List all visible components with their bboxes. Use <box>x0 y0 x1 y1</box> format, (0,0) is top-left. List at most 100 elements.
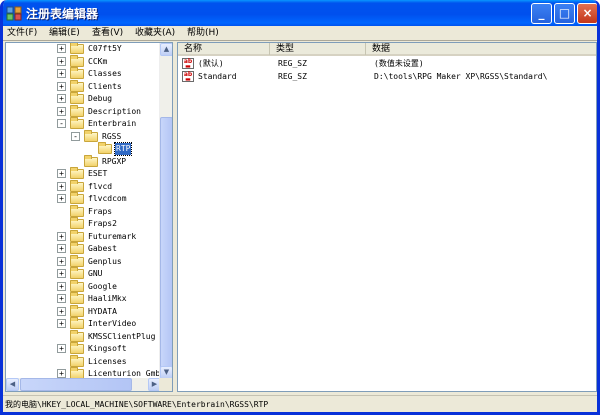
list-row[interactable]: ab ▬ Standard REG_SZ D:\tools\RPG Maker X… <box>178 70 596 83</box>
expand-plus-icon[interactable]: + <box>57 56 66 66</box>
expand-plus-icon[interactable]: + <box>57 106 66 116</box>
expand-plus-icon[interactable]: + <box>57 369 66 378</box>
values-list[interactable]: 名称 类型 数据 ab ▬ (默认) REG_SZ (数值未设置) ab ▬ Sta… <box>177 42 597 392</box>
tree-item[interactable]: + Gabest <box>6 242 161 255</box>
tree-item[interactable]: + Classes <box>6 67 161 80</box>
folder-icon <box>70 329 84 342</box>
column-header-type[interactable]: 类型 <box>270 43 366 55</box>
tree-item-label: ESET <box>88 169 108 178</box>
expand-plus-icon[interactable]: + <box>57 81 66 91</box>
tree-item-label: flvcd <box>88 181 113 191</box>
folder-icon <box>70 279 84 292</box>
tree-item[interactable]: - RGSS <box>6 129 161 143</box>
tree-item[interactable]: + InterVideo <box>6 317 161 330</box>
expand-plus-icon[interactable]: + <box>57 94 66 103</box>
tree-item[interactable]: + Genplus <box>6 254 161 268</box>
tree-item[interactable]: Licenses <box>6 354 161 368</box>
expand-plus-icon[interactable]: + <box>57 44 66 53</box>
horizontal-scroll-thumb[interactable] <box>20 378 132 391</box>
title-bar[interactable]: 注册表编辑器 _ □ × <box>3 0 597 26</box>
close-button[interactable]: × <box>577 3 597 24</box>
registry-key-tree[interactable]: + C07ft5Y + CCKm + Classes + Clients + Debug + Desc… <box>5 42 173 392</box>
tree-item[interactable]: + Debug <box>6 92 161 105</box>
expand-plus-icon[interactable]: + <box>57 344 66 353</box>
collapse-minus-icon[interactable]: - <box>71 131 80 141</box>
list-row[interactable]: ab ▬ (默认) REG_SZ (数值未设置) <box>178 57 596 70</box>
value-type: REG_SZ <box>278 59 307 68</box>
tree-item[interactable]: + CCKm <box>6 54 161 68</box>
vertical-scroll-thumb[interactable] <box>160 117 172 371</box>
value-name: Standard <box>198 72 237 81</box>
folder-icon <box>70 304 84 317</box>
column-header-name[interactable]: 名称 <box>178 43 270 55</box>
expand-plus-icon[interactable]: + <box>57 69 66 78</box>
tree-item-label: Futuremark <box>88 231 137 241</box>
tree-item-label: RPGXP <box>102 156 127 166</box>
scroll-left-arrow-icon[interactable]: ◀ <box>6 378 19 391</box>
expand-plus-icon[interactable]: + <box>57 294 66 303</box>
status-bar: 我的电脑\HKEY_LOCAL_MACHINE\SOFTWARE\Enterbr… <box>3 395 597 412</box>
expand-plus-icon[interactable]: + <box>57 256 66 266</box>
tree-vertical-scrollbar[interactable]: ▲ ▼ <box>159 43 172 379</box>
tree-item-label: Fraps <box>88 206 113 216</box>
minimize-button[interactable]: _ <box>531 3 552 24</box>
tree-item[interactable]: + Clients <box>6 79 161 93</box>
expand-plus-icon[interactable]: + <box>57 269 66 278</box>
string-value-icon: ab ▬ <box>182 58 194 70</box>
tree-horizontal-scrollbar[interactable]: ◀ ▶ <box>6 378 161 391</box>
tree-item[interactable]: + HaaliMkx <box>6 292 161 305</box>
tree-item[interactable]: + Futuremark <box>6 229 161 243</box>
menu-help[interactable]: 帮助(H) <box>187 26 219 40</box>
tree-item[interactable]: - Enterbrain <box>6 117 161 130</box>
folder-icon <box>70 354 84 367</box>
maximize-button[interactable]: □ <box>554 3 575 24</box>
expand-plus-icon[interactable]: + <box>57 194 66 203</box>
folder-icon <box>70 167 84 179</box>
menu-file[interactable]: 文件(F) <box>7 26 37 40</box>
tree-item[interactable]: + flvcdcom <box>6 192 161 205</box>
tree-item[interactable]: RTP <box>6 142 161 156</box>
tree-item[interactable]: + Kingsoft <box>6 342 161 355</box>
tree-item[interactable]: Fraps <box>6 204 161 218</box>
folder-icon <box>70 192 84 204</box>
expand-plus-icon[interactable]: + <box>57 306 66 316</box>
tree-item-label: KMSSClientPlug <box>88 331 156 341</box>
expand-plus-icon[interactable]: + <box>57 244 66 253</box>
tree-item[interactable]: + GNU <box>6 267 161 280</box>
folder-icon <box>70 292 84 304</box>
expand-plus-icon[interactable]: + <box>57 281 66 291</box>
tree-item-label: Description <box>88 106 141 116</box>
tree-item-label: InterVideo <box>88 319 137 328</box>
menu-edit[interactable]: 编辑(E) <box>49 26 80 40</box>
tree-item[interactable]: KMSSClientPlug <box>6 329 161 343</box>
tree-item[interactable]: + Description <box>6 104 161 118</box>
folder-icon <box>70 79 84 92</box>
status-path: 我的电脑\HKEY_LOCAL_MACHINE\SOFTWARE\Enterbr… <box>5 400 269 409</box>
collapse-minus-icon[interactable]: - <box>57 119 66 128</box>
tree-item[interactable]: + HYDATA <box>6 304 161 318</box>
menu-divider <box>3 40 597 41</box>
tree-item-label: RGSS <box>102 131 122 141</box>
tree-item[interactable]: RPGXP <box>6 154 161 168</box>
tree-item-label: GNU <box>88 269 103 278</box>
expand-plus-icon[interactable]: + <box>57 169 66 178</box>
tree-item[interactable]: + flvcd <box>6 179 161 193</box>
menu-view[interactable]: 查看(V) <box>92 26 123 40</box>
expand-plus-icon[interactable]: + <box>57 181 66 191</box>
column-header-data[interactable]: 数据 <box>366 43 596 55</box>
tree-item[interactable]: Fraps2 <box>6 217 161 230</box>
expand-plus-icon[interactable]: + <box>57 231 66 241</box>
tree-item[interactable]: + C07ft5Y <box>6 43 161 55</box>
scroll-up-arrow-icon[interactable]: ▲ <box>160 43 172 56</box>
tree-item[interactable]: + ESET <box>6 167 161 180</box>
folder-icon <box>70 54 84 67</box>
tree-item-label: Debug <box>88 94 113 103</box>
tree-item-label-selected: RTP <box>113 142 133 156</box>
tree-item-label: flvcdcom <box>88 194 127 203</box>
folder-icon <box>70 43 84 54</box>
registry-editor-window: 注册表编辑器 _ □ × 文件(F) 编辑(E) 查看(V) 收藏夹(A) 帮助… <box>0 0 600 415</box>
menu-favorites[interactable]: 收藏夹(A) <box>135 26 175 40</box>
expand-plus-icon[interactable]: + <box>57 319 66 328</box>
list-header: 名称 类型 数据 <box>178 43 596 56</box>
tree-item[interactable]: + Google <box>6 279 161 293</box>
